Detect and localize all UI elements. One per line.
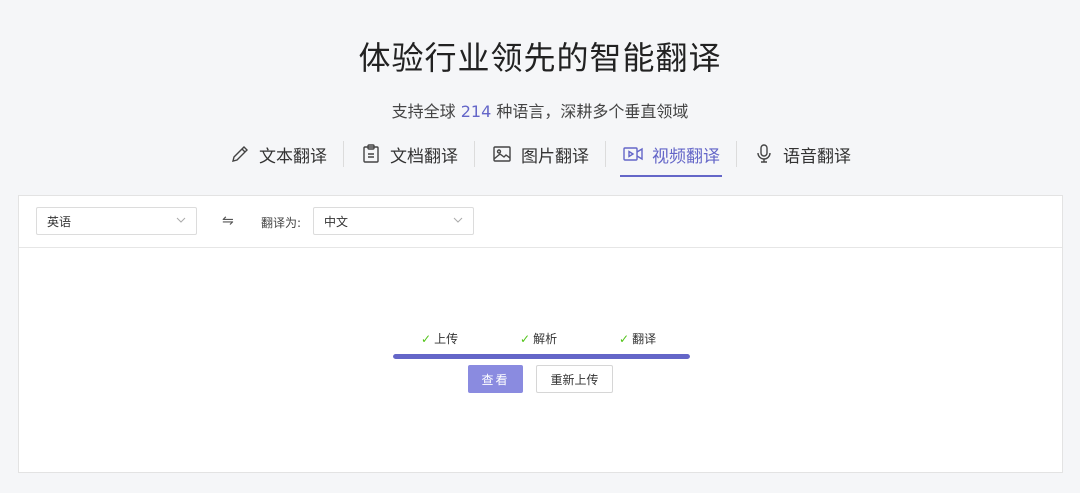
tab-label: 视频翻译 <box>652 146 720 167</box>
target-language-value: 中文 <box>324 214 349 229</box>
target-language-label: 翻译为: <box>261 216 302 230</box>
chevron-down-icon <box>452 214 464 226</box>
tab-label: 语音翻译 <box>783 146 851 167</box>
tab-text-translation[interactable]: 文本翻译 <box>227 140 329 168</box>
tab-divider <box>736 141 737 167</box>
language-count: 214 <box>460 102 492 121</box>
step-upload: ✓ 上传 <box>421 330 458 347</box>
step-parse: ✓ 解析 <box>520 330 557 347</box>
tab-label: 文本翻译 <box>259 146 327 167</box>
view-button[interactable]: 查看 <box>468 365 523 393</box>
pencil-icon <box>229 143 251 165</box>
tab-image-translation[interactable]: 图片翻译 <box>489 140 591 168</box>
step-translate: ✓ 翻译 <box>619 330 656 347</box>
progress-steps: ✓ 上传 ✓ 解析 ✓ 翻译 <box>19 330 1062 350</box>
microphone-icon <box>753 143 775 165</box>
step-label: 上传 <box>434 332 459 346</box>
document-icon <box>360 143 382 165</box>
video-icon <box>622 143 644 165</box>
tab-speech-translation[interactable]: 语音翻译 <box>751 140 853 168</box>
language-toolbar: 英语 ⇋ 翻译为: 中文 <box>19 196 1062 248</box>
swap-languages-icon[interactable]: ⇋ <box>222 213 234 229</box>
tab-label: 图片翻译 <box>521 146 589 167</box>
chevron-down-icon <box>175 214 187 226</box>
source-language-value: 英语 <box>47 214 72 229</box>
check-icon: ✓ <box>421 331 432 346</box>
translation-panel: 英语 ⇋ 翻译为: 中文 ✓ 上传 ✓ 解析 ✓ 翻译 查看 重新上传 <box>18 195 1063 473</box>
step-label: 解析 <box>533 332 558 346</box>
tab-label: 文档翻译 <box>390 146 458 167</box>
check-icon: ✓ <box>619 331 630 346</box>
image-icon <box>491 143 513 165</box>
tab-divider <box>343 141 344 167</box>
progress-bar-fill <box>393 354 690 359</box>
source-language-select[interactable]: 英语 <box>36 207 197 235</box>
page-title: 体验行业领先的智能翻译 <box>358 39 722 77</box>
subtitle-suffix: 种语言，深耕多个垂直领域 <box>496 102 689 121</box>
step-label: 翻译 <box>632 332 657 346</box>
tab-document-translation[interactable]: 文档翻译 <box>358 140 460 168</box>
subtitle-prefix: 支持全球 <box>391 102 456 121</box>
check-icon: ✓ <box>520 331 531 346</box>
page-subtitle: 支持全球 214 种语言，深耕多个垂直领域 <box>0 98 1080 122</box>
tab-divider <box>605 141 606 167</box>
tab-video-translation[interactable]: 视频翻译 <box>620 140 722 177</box>
translation-tabs: 文本翻译 文档翻译 图片翻译 视频翻译 语音翻译 <box>0 140 1080 180</box>
progress-bar <box>393 354 690 359</box>
target-language-select[interactable]: 中文 <box>313 207 474 235</box>
reupload-button[interactable]: 重新上传 <box>536 365 613 393</box>
tab-divider <box>474 141 475 167</box>
